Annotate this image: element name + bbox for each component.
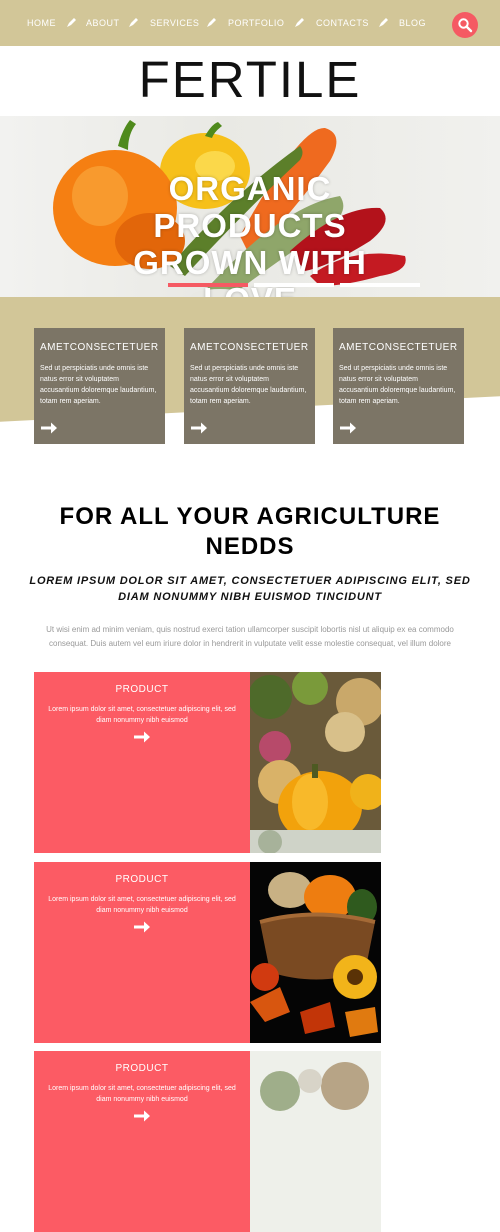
pencil-icon bbox=[295, 18, 304, 27]
harvest-basket-image bbox=[250, 862, 381, 1043]
hero-title-line: PRODUCTS bbox=[153, 207, 347, 244]
slider-dot-active[interactable] bbox=[168, 283, 248, 287]
arrow-right-icon[interactable] bbox=[40, 421, 58, 435]
feature-box: AMETCONSECTETUER Sed ut perspiciatis und… bbox=[184, 328, 315, 444]
arrow-right-icon[interactable] bbox=[339, 421, 357, 435]
product-card: PRODUCT Lorem ipsum dolor sit amet, cons… bbox=[34, 672, 250, 853]
section-title-line: FOR ALL YOUR AGRICULTURE bbox=[59, 503, 441, 530]
arrow-right-icon[interactable] bbox=[133, 730, 151, 744]
harvest-basket-photo bbox=[250, 862, 381, 1043]
site-logo[interactable]: FERTILE bbox=[0, 52, 500, 108]
section-body-text: Ut wisi enim ad minim veniam, quis nostr… bbox=[46, 625, 454, 648]
product-text: Lorem ipsum dolor sit amet, consectetuer… bbox=[48, 1085, 236, 1103]
product-text: Lorem ipsum dolor sit amet, consectetuer… bbox=[48, 896, 236, 914]
hero-title-line: ORGANIC bbox=[168, 170, 332, 207]
produce-image bbox=[250, 1051, 381, 1232]
arrow-right-icon[interactable] bbox=[133, 1109, 151, 1123]
search-button[interactable] bbox=[452, 12, 478, 38]
arrow-right-icon[interactable] bbox=[133, 920, 151, 934]
slider-dot[interactable] bbox=[340, 283, 420, 287]
produce-photo bbox=[250, 1051, 381, 1232]
product-title: PRODUCT bbox=[115, 1063, 169, 1074]
feature-title: AMETCONSECTETUER bbox=[339, 342, 458, 353]
top-nav: HOME ABOUT SERVICES PORTFOLIO CONTACTS B… bbox=[0, 0, 500, 46]
arrow-right-icon[interactable] bbox=[190, 421, 208, 435]
product-card: PRODUCT Lorem ipsum dolor sit amet, cons… bbox=[34, 1051, 250, 1232]
feature-box: AMETCONSECTETUER Sed ut perspiciatis und… bbox=[34, 328, 165, 444]
nav-item-home[interactable]: HOME bbox=[27, 18, 56, 28]
search-icon bbox=[458, 18, 473, 33]
section-subtitle: LOREM IPSUM DOLOR SIT AMET, CONSECTETUER… bbox=[29, 575, 471, 603]
feature-title: AMETCONSECTETUER bbox=[190, 342, 309, 353]
hero-title-line: GROWN WITH bbox=[133, 244, 367, 281]
pencil-icon bbox=[207, 18, 216, 27]
product-title: PRODUCT bbox=[115, 874, 169, 885]
nav-item-blog[interactable]: BLOG bbox=[399, 18, 426, 28]
section-title-line: NEDDS bbox=[205, 533, 295, 560]
nav-item-services[interactable]: SERVICES bbox=[150, 18, 199, 28]
feature-text: Sed ut perspiciatis unde omnis iste natu… bbox=[339, 365, 456, 405]
hero-title: ORGANIC PRODUCTS GROWN WITH LOVE bbox=[100, 170, 400, 297]
product-text: Lorem ipsum dolor sit amet, consectetuer… bbox=[48, 706, 236, 724]
pencil-icon bbox=[379, 18, 388, 27]
hero-banner: ORGANIC PRODUCTS GROWN WITH LOVE bbox=[0, 116, 500, 297]
pumpkin-photo bbox=[250, 672, 381, 853]
nav-item-about[interactable]: ABOUT bbox=[86, 18, 120, 28]
product-card: PRODUCT Lorem ipsum dolor sit amet, cons… bbox=[34, 862, 250, 1043]
pencil-icon bbox=[67, 18, 76, 27]
product-title: PRODUCT bbox=[115, 684, 169, 695]
feature-box: AMETCONSECTETUER Sed ut perspiciatis und… bbox=[333, 328, 464, 444]
feature-text: Sed ut perspiciatis unde omnis iste natu… bbox=[40, 365, 157, 405]
pencil-icon bbox=[129, 18, 138, 27]
feature-text: Sed ut perspiciatis unde omnis iste natu… bbox=[190, 365, 307, 405]
slider-dot[interactable] bbox=[254, 283, 334, 287]
nav-item-contacts[interactable]: CONTACTS bbox=[316, 18, 369, 28]
section-title: FOR ALL YOUR AGRICULTURE NEDDS bbox=[0, 502, 500, 562]
pumpkin-image bbox=[250, 672, 381, 853]
feature-title: AMETCONSECTETUER bbox=[40, 342, 159, 353]
nav-item-portfolio[interactable]: PORTFOLIO bbox=[228, 18, 284, 28]
